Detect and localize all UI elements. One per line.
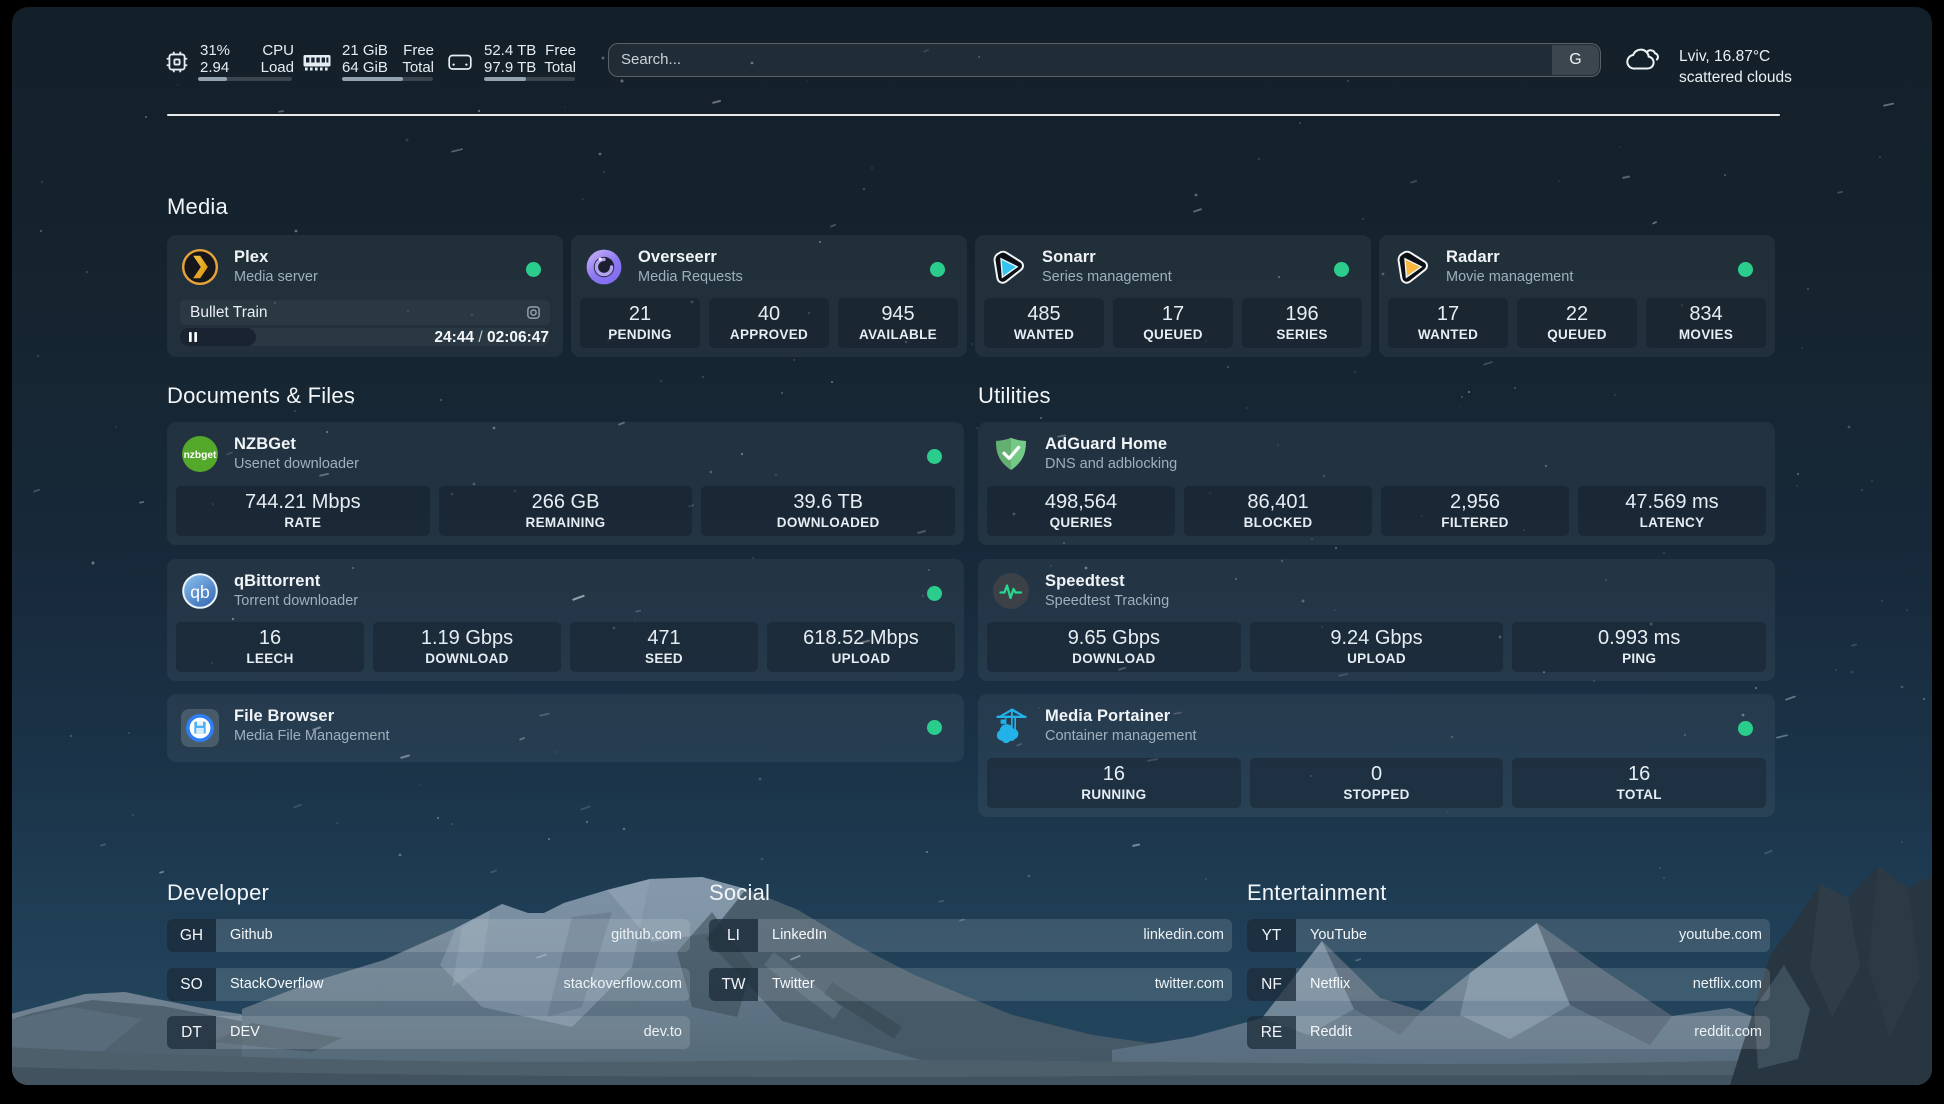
svg-text:nzbget: nzbget — [184, 450, 217, 461]
svg-text:qb: qb — [190, 582, 209, 602]
